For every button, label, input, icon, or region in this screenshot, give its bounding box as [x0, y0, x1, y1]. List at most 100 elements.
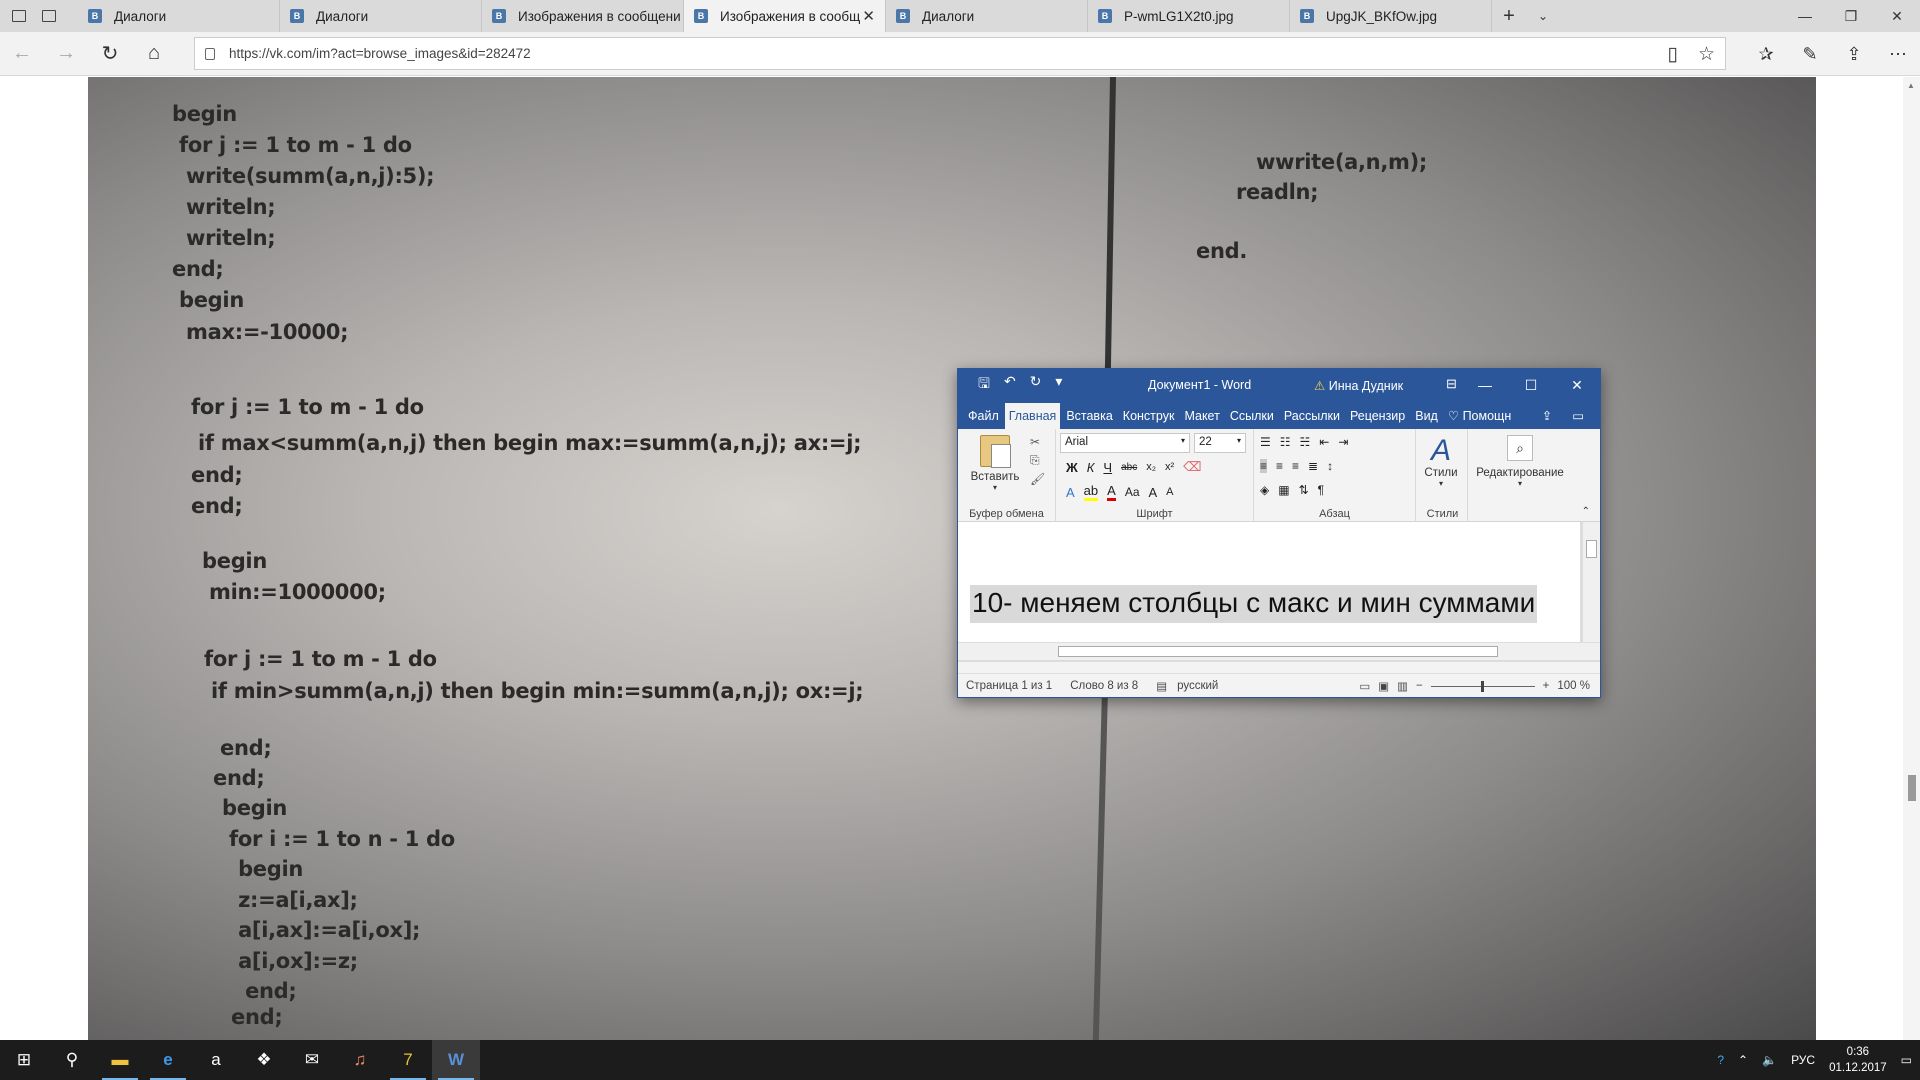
- decrease-indent-icon[interactable]: ⇤: [1319, 435, 1329, 449]
- cut-icon[interactable]: ✂: [1030, 435, 1045, 449]
- close-window-button[interactable]: ✕: [1874, 0, 1920, 32]
- notifications-icon[interactable]: ▭: [1901, 1053, 1912, 1067]
- word-taskbar-icon[interactable]: W: [432, 1040, 480, 1080]
- shading-icon[interactable]: ◈: [1260, 483, 1269, 497]
- favorites-hub-icon[interactable]: ✰: [1744, 32, 1788, 76]
- clock[interactable]: 0:36 01.12.2017: [1829, 1044, 1887, 1076]
- show-marks-icon[interactable]: ¶: [1318, 483, 1324, 497]
- more-menu-icon[interactable]: ⋯: [1876, 32, 1920, 76]
- dropbox-icon[interactable]: ❖: [240, 1040, 288, 1080]
- share-icon[interactable]: ⇪: [1832, 32, 1876, 76]
- undo-icon[interactable]: ↶: [1004, 373, 1016, 397]
- word-close-button[interactable]: ✕: [1554, 369, 1600, 401]
- language-indicator[interactable]: русский: [1177, 680, 1218, 692]
- tab-help[interactable]: ♡ Помощн: [1444, 408, 1515, 429]
- mail-icon[interactable]: ✉: [288, 1040, 336, 1080]
- volume-icon[interactable]: 🔈: [1762, 1053, 1777, 1067]
- word-user[interactable]: ⚠ Инна Дудник: [1314, 378, 1403, 393]
- paste-button[interactable]: Вставить ▾: [970, 435, 1020, 492]
- web-note-icon[interactable]: ✎: [1788, 32, 1832, 76]
- underline-icon[interactable]: Ч: [1103, 460, 1112, 475]
- font-name-select[interactable]: Arial ▾: [1060, 433, 1190, 453]
- font-size-select[interactable]: 22 ▾: [1194, 433, 1246, 453]
- help-icon[interactable]: ?: [1717, 1053, 1724, 1067]
- ribbon-display-icon[interactable]: ⊟: [1446, 376, 1457, 392]
- restore-button[interactable]: ❐: [1828, 0, 1874, 32]
- multilevel-list-icon[interactable]: ☵: [1300, 435, 1311, 449]
- set-tabs-aside-icon[interactable]: [42, 10, 56, 22]
- close-tab-icon[interactable]: ✕: [862, 7, 875, 25]
- borders-icon[interactable]: ▦: [1278, 483, 1289, 497]
- doc-vertical-scrollbar[interactable]: [1582, 522, 1600, 642]
- search-icon[interactable]: ⚲: [48, 1040, 96, 1080]
- save-icon[interactable]: 🖫: [978, 373, 990, 397]
- superscript-icon[interactable]: x²: [1165, 461, 1174, 473]
- tab-file[interactable]: Файл: [964, 409, 1003, 429]
- web-layout-icon[interactable]: ▥: [1397, 679, 1408, 693]
- bullets-icon[interactable]: ☰: [1260, 435, 1271, 449]
- clear-formatting-icon[interactable]: ⌫: [1183, 459, 1201, 475]
- document-page[interactable]: 10- меняем столбцы с макс и мин суммами: [958, 522, 1580, 642]
- reading-view-icon[interactable]: ▯: [1667, 43, 1677, 66]
- numbering-icon[interactable]: ☷: [1280, 435, 1291, 449]
- browser-tab[interactable]: В Диалоги: [886, 0, 1088, 32]
- refresh-button[interactable]: ↻: [88, 32, 132, 76]
- browser-tab[interactable]: В Изображения в сообщени: [482, 0, 684, 32]
- favorite-star-icon[interactable]: ☆: [1698, 43, 1715, 66]
- file-explorer-icon[interactable]: ▬: [96, 1040, 144, 1080]
- browser-tab-active[interactable]: В Изображения в сообщ ✕: [684, 0, 886, 32]
- align-left-icon[interactable]: ≡: [1260, 459, 1268, 473]
- redo-icon[interactable]: ↻: [1030, 373, 1042, 397]
- tab-mailings[interactable]: Рассылки: [1280, 409, 1344, 429]
- editing-button[interactable]: ⌕ Редактирование ▾: [1470, 435, 1570, 488]
- grow-font-icon[interactable]: A: [1149, 485, 1158, 500]
- italic-icon[interactable]: К: [1087, 460, 1095, 475]
- tab-review[interactable]: Рецензир: [1346, 409, 1409, 429]
- edge-browser-icon[interactable]: e: [144, 1040, 192, 1080]
- doc-horizontal-scrollbar[interactable]: [958, 642, 1600, 660]
- sort-icon[interactable]: ⇅: [1299, 483, 1309, 497]
- start-windows-icon[interactable]: ⊞: [0, 1040, 48, 1080]
- customize-toolbar-icon[interactable]: ▾: [1055, 373, 1062, 397]
- tab-layout[interactable]: Макет: [1180, 409, 1223, 429]
- home-button[interactable]: ⌂: [132, 32, 176, 76]
- forward-button[interactable]: →: [44, 32, 88, 76]
- read-mode-icon[interactable]: ▭: [1359, 679, 1370, 693]
- increase-indent-icon[interactable]: ⇥: [1338, 435, 1348, 449]
- browser-tab[interactable]: В UpgJK_BKfOw.jpg: [1290, 0, 1492, 32]
- word-minimize-button[interactable]: —: [1462, 369, 1508, 401]
- tab-list-chevron-icon[interactable]: ⌄: [1526, 0, 1560, 32]
- zoom-in-icon[interactable]: +: [1543, 680, 1550, 692]
- input-language[interactable]: РУС: [1791, 1053, 1815, 1067]
- strikethrough-icon[interactable]: abc: [1121, 462, 1137, 473]
- page-scrollbar[interactable]: ▲: [1903, 77, 1920, 1040]
- back-button[interactable]: ←: [0, 32, 44, 76]
- tab-home[interactable]: Главная: [1004, 403, 1061, 429]
- scrollbar-thumb[interactable]: [1058, 646, 1498, 657]
- align-center-icon[interactable]: ≡: [1276, 459, 1283, 473]
- collapse-ribbon-icon[interactable]: ⌃: [1582, 506, 1590, 517]
- styles-button[interactable]: A Стили ▾: [1418, 435, 1464, 489]
- align-right-icon[interactable]: ≡: [1292, 459, 1299, 473]
- tab-design[interactable]: Конструк: [1119, 409, 1179, 429]
- page-count[interactable]: Страница 1 из 1: [966, 680, 1052, 692]
- subscript-icon[interactable]: x₂: [1146, 461, 1156, 473]
- word-maximize-button[interactable]: ☐: [1508, 369, 1554, 401]
- minimize-button[interactable]: —: [1782, 0, 1828, 32]
- bold-icon[interactable]: Ж: [1066, 460, 1078, 475]
- amazon-icon[interactable]: a: [192, 1040, 240, 1080]
- url-field[interactable]: https://vk.com/im?act=browse_images&id=2…: [194, 37, 1726, 70]
- document-text[interactable]: 10- меняем столбцы с макс и мин суммами: [970, 585, 1538, 623]
- change-case-icon[interactable]: Aa: [1125, 485, 1140, 499]
- zoom-level[interactable]: 100 %: [1557, 680, 1590, 692]
- new-tab-button[interactable]: +: [1492, 0, 1526, 32]
- tabs-aside-icon[interactable]: [12, 10, 26, 22]
- shrink-font-icon[interactable]: A: [1166, 486, 1173, 498]
- scrollbar-thumb[interactable]: [1586, 540, 1597, 558]
- word-count[interactable]: Слово 8 из 8: [1070, 680, 1138, 692]
- proofing-icon[interactable]: ▤: [1156, 679, 1167, 693]
- browser-tab[interactable]: В Диалоги: [280, 0, 482, 32]
- tab-references[interactable]: Ссылки: [1226, 409, 1278, 429]
- justify-icon[interactable]: ≣: [1308, 459, 1318, 473]
- share-icon[interactable]: ⇪: [1542, 408, 1552, 423]
